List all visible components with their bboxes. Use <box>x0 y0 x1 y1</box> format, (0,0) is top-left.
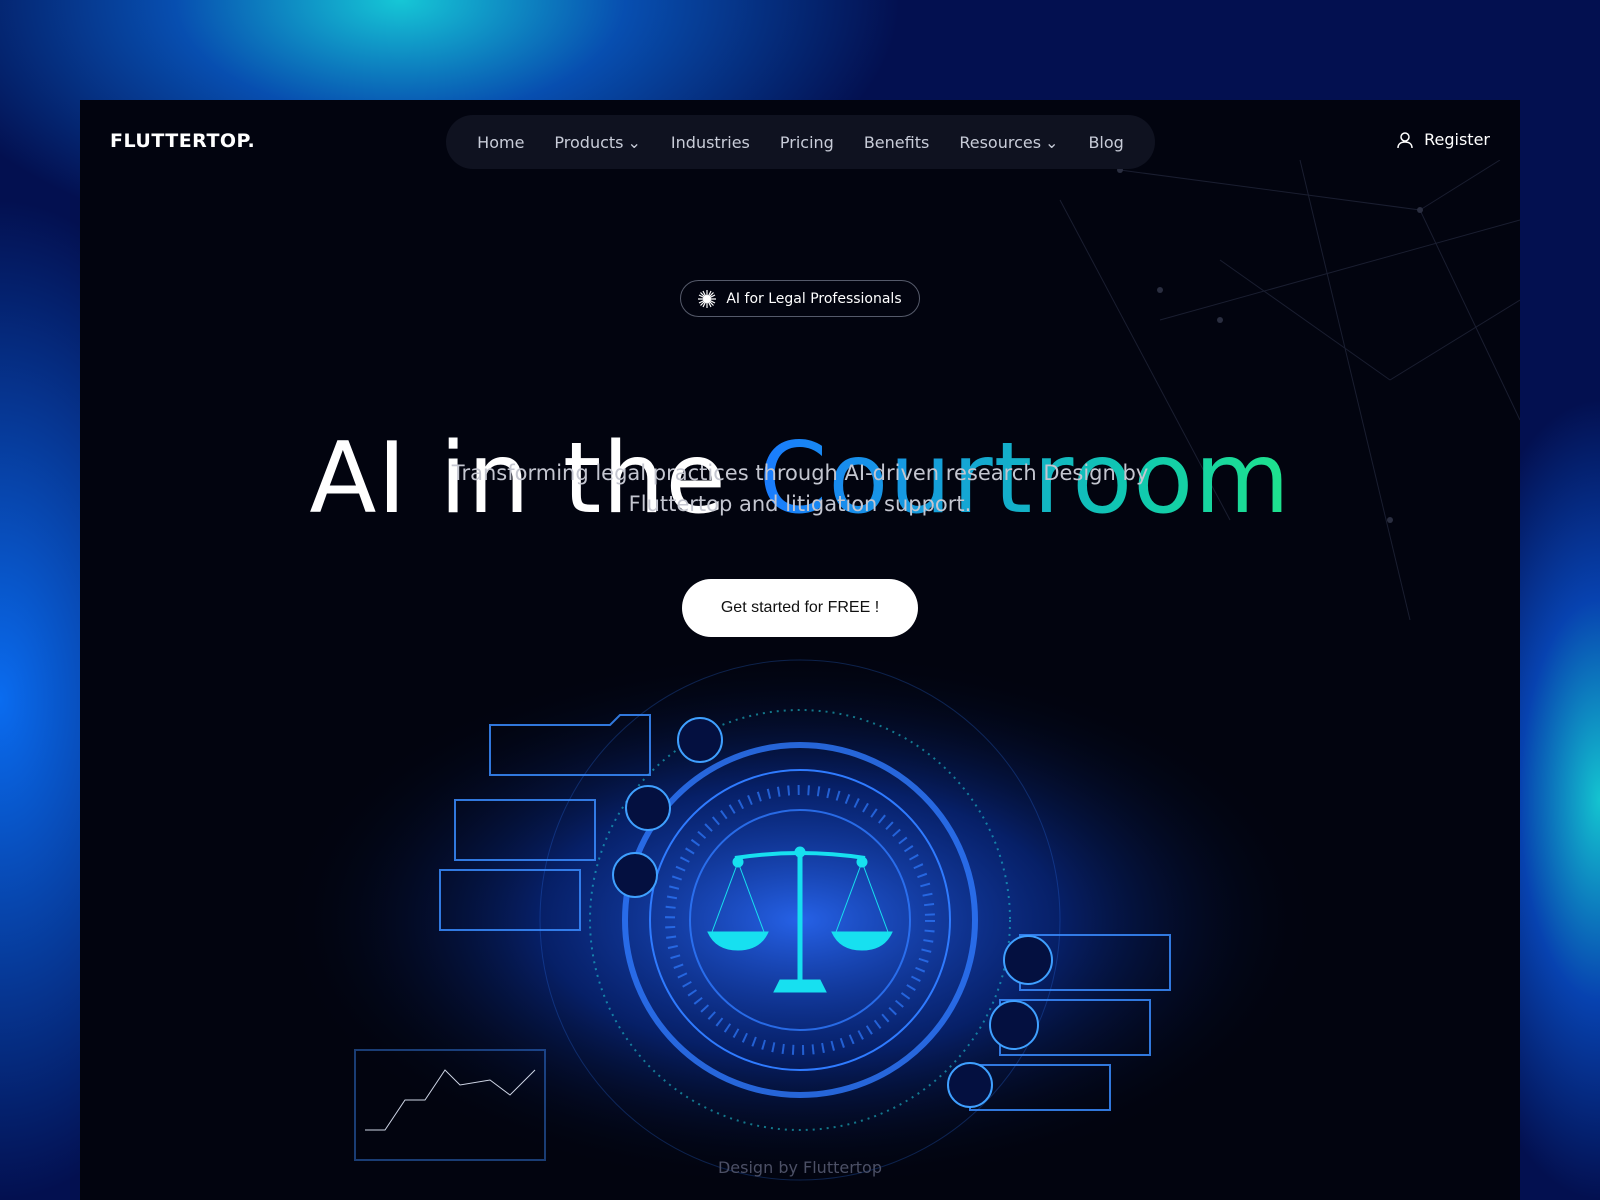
nav-benefits[interactable]: Benefits <box>864 133 930 152</box>
notes-icon <box>625 785 671 831</box>
nav-blog[interactable]: Blog <box>1088 133 1123 152</box>
get-started-button[interactable]: Get started for FREE ! <box>682 579 918 637</box>
nav-products[interactable]: Products ⌄ <box>554 133 641 152</box>
subtitle-line: Fluttertop and litigation support. <box>628 492 972 516</box>
nav-label: Products <box>554 132 624 152</box>
register-button[interactable]: Register <box>1396 130 1490 149</box>
gavel-icon <box>1003 935 1053 985</box>
nav-label: Home <box>477 132 525 152</box>
main-nav: Home Products ⌄ Industries Pricing Benefi… <box>446 115 1155 169</box>
hero-badge: AI for Legal Professionals <box>680 280 920 317</box>
nav-home[interactable]: Home <box>477 133 524 152</box>
nav-label: Benefits <box>863 132 930 152</box>
sparkle-icon <box>698 289 717 308</box>
legal-ai-illustration <box>280 650 1320 1190</box>
courthouse-icon <box>989 1000 1039 1050</box>
design-credit: Design by Fluttertop <box>717 1158 882 1177</box>
landing-page: FLUTTERTOP. Home Products ⌄ Industries Pr… <box>80 100 1520 1200</box>
nav-label: Resources <box>959 132 1042 152</box>
subtitle-line: Transforming legal practices through AI-… <box>451 461 1149 485</box>
nav-industries[interactable]: Industries <box>671 133 750 152</box>
nav-label: Pricing <box>779 132 834 152</box>
nav-label: Industries <box>670 132 750 152</box>
document-icon <box>947 1062 993 1108</box>
hero-subtitle: Transforming legal practices through AI-… <box>400 458 1200 520</box>
nav-label: Blog <box>1088 132 1124 152</box>
badge-label: AI for Legal Professionals <box>726 290 902 307</box>
search-icon <box>677 717 723 763</box>
user-icon <box>1397 131 1413 148</box>
chevron-down-icon: ⌄ <box>1045 132 1059 152</box>
register-label: Register <box>1424 130 1490 149</box>
person-podium-icon <box>612 852 658 898</box>
nav-pricing[interactable]: Pricing <box>780 133 834 152</box>
chevron-down-icon: ⌄ <box>627 132 641 152</box>
nav-resources[interactable]: Resources ⌄ <box>959 133 1058 152</box>
logo[interactable]: FLUTTERTOP. <box>110 130 255 152</box>
network-lines-decoration <box>1059 160 1520 620</box>
